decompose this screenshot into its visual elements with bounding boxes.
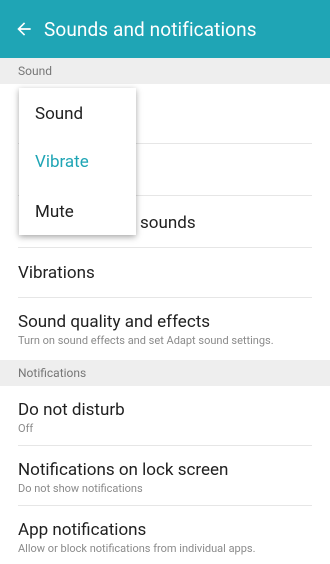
page-title: Sounds and notifications (44, 17, 257, 41)
lock-screen-label: Notifications on lock screen (18, 460, 229, 480)
sound-quality-subtitle: Turn on sound effects and set Adapt soun… (18, 334, 274, 347)
popup-option-sound[interactable]: Sound (35, 104, 83, 124)
popup-option-vibrate[interactable]: Vibrate (35, 152, 89, 172)
section-header-notifications: Notifications (0, 360, 330, 386)
lock-screen-status: Do not show notifications (18, 482, 143, 495)
popup-option-mute[interactable]: Mute (35, 202, 74, 222)
do-not-disturb-label: Do not disturb (18, 400, 125, 420)
section-header-sound: Sound (0, 58, 330, 84)
back-button[interactable] (4, 0, 44, 58)
sound-quality-label: Sound quality and effects (18, 312, 211, 332)
vibrations-row[interactable]: Vibrations (0, 248, 330, 298)
sound-quality-row[interactable]: Sound quality and effects Turn on sound … (0, 298, 330, 360)
app-bar: Sounds and notifications (0, 0, 330, 58)
lock-screen-notifications-row[interactable]: Notifications on lock screen Do not show… (0, 446, 330, 506)
do-not-disturb-row[interactable]: Do not disturb Off (0, 386, 330, 446)
vibrations-label: Vibrations (18, 263, 95, 283)
app-notifications-label: App notifications (18, 520, 147, 540)
arrow-left-icon (17, 22, 31, 36)
sound-mode-popup: Sound Vibrate Mute (19, 88, 136, 235)
app-notifications-row[interactable]: App notifications Allow or block notific… (0, 506, 330, 564)
settings-screen: Sounds and notifications Sound sounds Vi… (0, 0, 330, 564)
do-not-disturb-status: Off (18, 422, 34, 435)
partial-row-label: sounds (140, 213, 196, 233)
app-notifications-subtitle: Allow or block notifications from indivi… (18, 542, 256, 555)
